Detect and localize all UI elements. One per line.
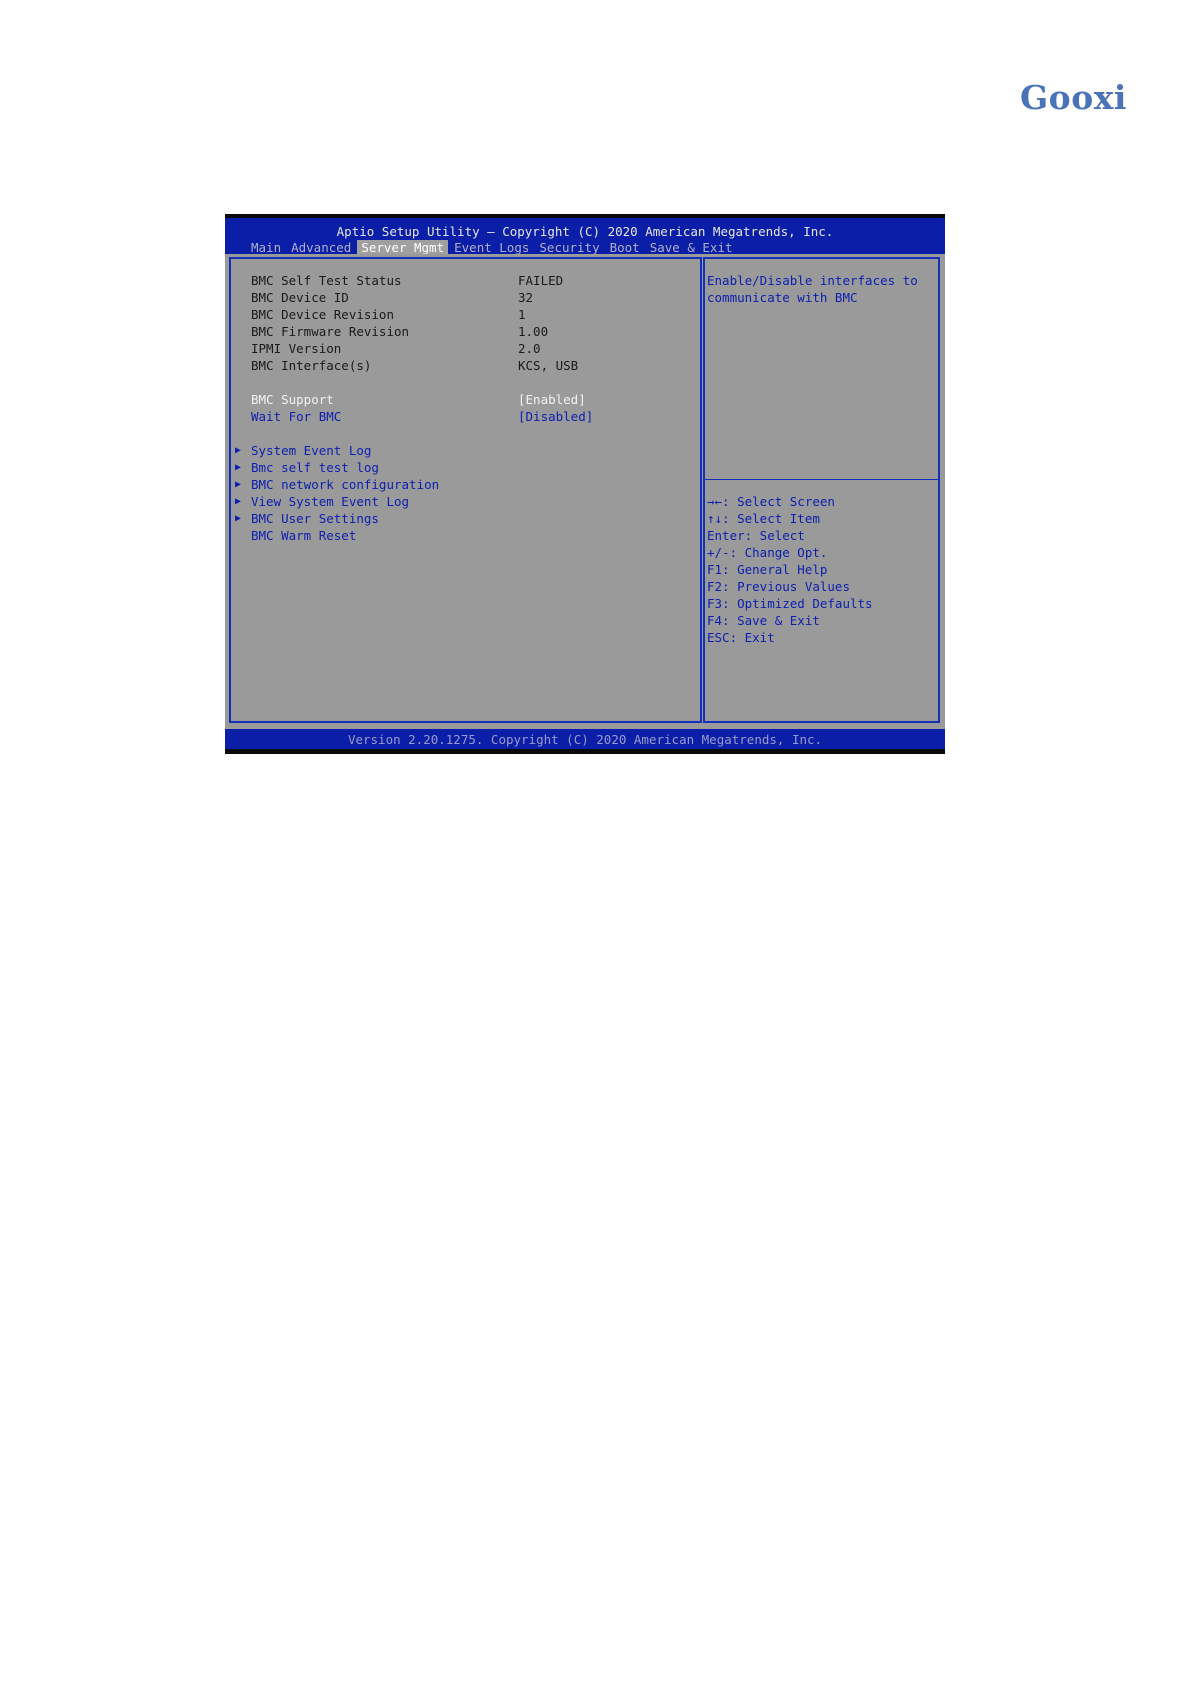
- submenu-system-event-log[interactable]: System Event Log: [251, 443, 371, 458]
- submenu-bmc-user-settings[interactable]: BMC User Settings: [251, 511, 379, 526]
- help-separator: [705, 479, 938, 480]
- key-hint-esc-exit: ESC: Exit: [707, 630, 775, 645]
- info-label-firmware-revision: BMC Firmware Revision: [251, 324, 410, 339]
- action-bmc-warm-reset[interactable]: BMC Warm Reset: [251, 528, 356, 543]
- tab-server-mgmt[interactable]: Server Mgmt: [357, 240, 449, 255]
- tab-event-logs[interactable]: Event Logs: [450, 240, 533, 255]
- key-hint-select-item: ↑↓: Select Item: [707, 511, 820, 526]
- info-label-device-revision: BMC Device Revision: [251, 307, 394, 322]
- tab-save-exit[interactable]: Save & Exit: [646, 240, 737, 255]
- bios-screen: Aptio Setup Utility – Copyright (C) 2020…: [225, 214, 945, 754]
- pane-divider: [700, 257, 702, 723]
- submenu-arrow-icon: ▶: [235, 462, 242, 473]
- submenu-arrow-icon: ▶: [235, 479, 242, 490]
- gooxi-logo: Gooxi: [1020, 78, 1127, 117]
- info-value-interfaces: KCS, USB: [518, 358, 579, 373]
- option-bmc-support[interactable]: BMC Support: [251, 392, 334, 407]
- footer-bar: Version 2.20.1275. Copyright (C) 2020 Am…: [225, 729, 945, 749]
- tab-main[interactable]: Main: [247, 240, 285, 255]
- tab-security[interactable]: Security: [535, 240, 603, 255]
- bios-title: Aptio Setup Utility – Copyright (C) 2020…: [336, 224, 834, 239]
- info-label-device-id: BMC Device ID: [251, 290, 349, 305]
- tab-boot[interactable]: Boot: [606, 240, 644, 255]
- help-pane: Enable/Disable interfaces to communicate…: [703, 257, 940, 723]
- help-text-line-2: communicate with BMC: [707, 290, 858, 305]
- key-hint-enter: Enter: Select: [707, 528, 805, 543]
- submenu-bmc-network-configuration[interactable]: BMC network configuration: [251, 477, 439, 492]
- main-area: BMC Self Test Status FAILED BMC Device I…: [225, 254, 945, 729]
- info-value-ipmi-version: 2.0: [518, 341, 541, 356]
- key-hint-previous-values: F2: Previous Values: [707, 579, 850, 594]
- submenu-arrow-icon: ▶: [235, 496, 242, 507]
- help-text-line-1: Enable/Disable interfaces to: [707, 273, 918, 288]
- submenu-view-system-event-log[interactable]: View System Event Log: [251, 494, 409, 509]
- info-value-self-test: FAILED: [518, 273, 564, 288]
- submenu-arrow-icon: ▶: [235, 445, 242, 456]
- title-bar: Aptio Setup Utility – Copyright (C) 2020…: [225, 218, 945, 255]
- key-hint-general-help: F1: General Help: [707, 562, 828, 577]
- key-hint-optimized-defaults: F3: Optimized Defaults: [707, 596, 873, 611]
- info-value-device-id: 32: [518, 290, 534, 305]
- key-hint-change-opt: +/-: Change Opt.: [707, 545, 828, 560]
- key-hint-save-exit: F4: Save & Exit: [707, 613, 820, 628]
- key-hint-select-screen: →←: Select Screen: [707, 494, 835, 509]
- submenu-bmc-self-test-log[interactable]: Bmc self test log: [251, 460, 379, 475]
- option-bmc-support-value[interactable]: [Enabled]: [518, 392, 586, 407]
- info-value-firmware-revision: 1.00: [518, 324, 549, 339]
- settings-pane: BMC Self Test Status FAILED BMC Device I…: [229, 257, 702, 723]
- submenu-arrow-icon: ▶: [235, 513, 242, 524]
- info-label-self-test: BMC Self Test Status: [251, 273, 402, 288]
- info-label-interfaces: BMC Interface(s): [251, 358, 372, 373]
- info-value-device-revision: 1: [518, 307, 526, 322]
- tab-bar: Main Advanced Server Mgmt Event Logs Sec…: [247, 240, 739, 255]
- version-text: Version 2.20.1275. Copyright (C) 2020 Am…: [347, 732, 823, 747]
- tab-advanced[interactable]: Advanced: [287, 240, 355, 255]
- option-wait-for-bmc[interactable]: Wait For BMC: [251, 409, 341, 424]
- info-label-ipmi-version: IPMI Version: [251, 341, 342, 356]
- option-wait-for-bmc-value[interactable]: [Disabled]: [518, 409, 593, 424]
